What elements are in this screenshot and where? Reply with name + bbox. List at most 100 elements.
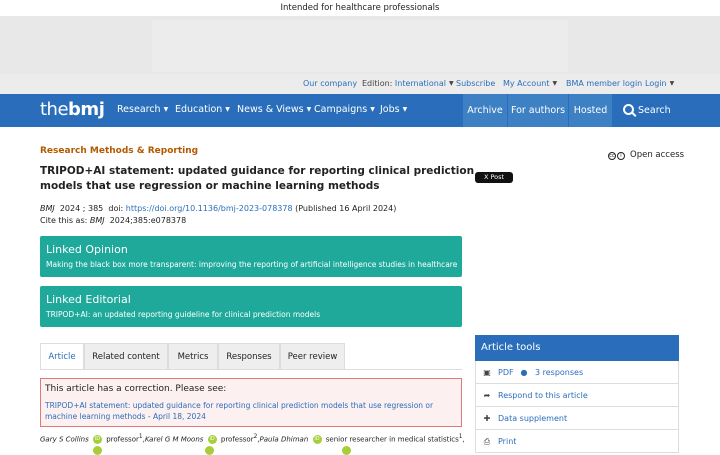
orcid-icon[interactable]: iD: [312, 435, 322, 445]
author-list: Gary S Collins iD professor1,Karel G M M…: [40, 434, 465, 445]
correction-notice: This article has a correction. Please se…: [40, 378, 462, 427]
linked-opinion-link[interactable]: Making the black box more transparent: i…: [46, 260, 457, 269]
advert-area: [0, 16, 720, 74]
nav-education[interactable]: Education ▼: [175, 104, 230, 115]
subscribe-link[interactable]: Subscribe: [456, 79, 495, 88]
published-date: (Published 16 April 2024): [295, 204, 397, 213]
share-icon: ➦: [483, 391, 491, 400]
correction-heading: This article has a correction. Please se…: [45, 384, 227, 394]
data-supplement-row[interactable]: ✚ Data supplement: [475, 407, 679, 430]
chevron-down-icon: ▼: [163, 106, 169, 113]
nav-research[interactable]: Research ▼: [117, 104, 168, 115]
affiliation-number: 2: [253, 434, 258, 440]
article-tools-panel: Article tools ▣ PDF ● 3 responses ➦ Respond…: [475, 335, 679, 453]
plus-icon: ✚: [483, 414, 491, 423]
orcid-icon[interactable]: [205, 446, 214, 455]
bma-login-link[interactable]: BMA member login: [566, 79, 642, 88]
my-account-label: My Account: [503, 79, 550, 88]
nav-for-authors[interactable]: For authors: [508, 94, 568, 127]
login-label: Login: [645, 79, 667, 88]
search-label: Search: [638, 105, 671, 116]
cite-label: Cite this as:: [40, 216, 88, 225]
login-menu[interactable]: Login ▼: [645, 79, 674, 88]
year-volume: 2024 ; 385: [59, 204, 104, 213]
tab-divider: [40, 369, 462, 370]
affiliation-number: 1: [458, 434, 463, 440]
article-section[interactable]: Research Methods & Reporting: [40, 146, 198, 156]
linked-editorial-heading: Linked Editorial: [46, 293, 131, 306]
tab-responses[interactable]: Responses: [218, 343, 280, 370]
main-nav: thebmj Research ▼ Education ▼ News & Views…: [0, 94, 720, 127]
our-company-link[interactable]: Our company: [303, 79, 357, 88]
nav-research-label: Research: [117, 104, 161, 115]
nav-jobs[interactable]: Jobs ▼: [380, 104, 407, 115]
tab-metrics[interactable]: Metrics: [168, 343, 218, 370]
respond-row[interactable]: ➦ Respond to this article: [475, 384, 679, 407]
nav-news-views-label: News & Views: [237, 104, 304, 115]
orcid-icon[interactable]: [342, 446, 351, 455]
nav-news-views[interactable]: News & Views ▼: [237, 104, 311, 115]
orcid-icon[interactable]: [93, 446, 102, 455]
x-post-button[interactable]: X Post: [475, 172, 513, 183]
article-tools-header: Article tools: [475, 335, 679, 361]
orcid-icon[interactable]: iD: [92, 435, 102, 445]
responses-count: 3 responses: [535, 368, 584, 377]
correction-link[interactable]: TRIPOD+AI statement: updated guidance fo…: [45, 400, 461, 422]
pdf-link[interactable]: PDF: [498, 368, 514, 377]
author-name[interactable]: Karel G M Moons: [145, 435, 204, 443]
comment-icon: ●: [520, 368, 528, 377]
chevron-down-icon: ▼: [669, 80, 675, 87]
journal-name: BMJ: [40, 204, 55, 213]
my-account-menu[interactable]: My Account ▼: [503, 79, 557, 88]
nav-archive[interactable]: Archive: [463, 94, 507, 127]
author-role: professor: [106, 435, 139, 444]
doi-label: doi:: [108, 204, 124, 213]
advert-slot: [152, 20, 568, 72]
linked-editorial-box[interactable]: Linked Editorial TRIPOD+AI: an updated r…: [40, 286, 462, 327]
tools-pdf-row: ▣ PDF ● 3 responses: [475, 361, 679, 384]
search-button[interactable]: Search: [613, 94, 720, 127]
pdf-icon: ▣: [483, 368, 491, 377]
nav-jobs-label: Jobs: [380, 104, 400, 115]
tab-article[interactable]: Article: [40, 343, 84, 370]
chevron-down-icon: ▼: [306, 106, 312, 113]
linked-editorial-link[interactable]: TRIPOD+AI: an updated reporting guidelin…: [46, 310, 320, 319]
healthcare-professionals-banner: Intended for healthcare professionals: [0, 0, 720, 16]
cite-journal: BMJ: [89, 216, 105, 225]
logo-the: the: [40, 99, 69, 120]
affiliation-number: 1: [138, 434, 143, 440]
creative-commons-icon: cc i: [608, 150, 626, 160]
respond-link: Respond to this article: [498, 391, 588, 400]
logo-bmj: bmj: [68, 99, 105, 120]
author-role: professor: [220, 435, 254, 444]
doi-link[interactable]: https://doi.org/10.1136/bmj-2023-078378: [126, 204, 293, 213]
orcid-icon[interactable]: iD: [207, 435, 217, 445]
author-role: senior researcher in medical statistics: [325, 435, 459, 444]
nav-hosted[interactable]: Hosted: [569, 94, 612, 127]
edition-selector[interactable]: Edition: International ▼: [362, 79, 454, 88]
edition-label: Edition:: [362, 79, 393, 88]
utility-bar: Our company Edition: International ▼ Subs…: [0, 74, 720, 94]
author-name[interactable]: Gary S Collins: [40, 435, 89, 443]
linked-opinion-box[interactable]: Linked Opinion Making the black box more…: [40, 236, 462, 277]
tab-related-content[interactable]: Related content: [84, 343, 168, 370]
chevron-down-icon: ▼: [370, 106, 375, 113]
chevron-down-icon: ▼: [448, 80, 454, 87]
chevron-down-icon: ▼: [225, 106, 230, 113]
responses-link[interactable]: ● 3 responses: [519, 361, 584, 384]
nav-campaigns[interactable]: Campaigns ▼: [314, 104, 375, 115]
tab-peer-review[interactable]: Peer review: [280, 343, 345, 370]
nav-campaigns-label: Campaigns: [314, 104, 368, 115]
open-access-label: Open access: [630, 150, 685, 160]
bmj-logo[interactable]: thebmj: [40, 99, 105, 120]
data-supplement-link: Data supplement: [498, 414, 568, 423]
page-title: TRIPOD+AI statement: updated guidance fo…: [40, 165, 475, 192]
search-icon: [623, 104, 634, 115]
print-link: Print: [498, 437, 517, 446]
article-citation: BMJ 2024 ; 385 doi: https://doi.org/10.1…: [40, 204, 396, 213]
linked-opinion-heading: Linked Opinion: [46, 243, 128, 256]
cite-as: Cite this as: BMJ 2024;385:e078378: [40, 216, 186, 225]
open-access-badge: cc i Open access: [608, 150, 684, 160]
author-name[interactable]: Paula Dhiman: [260, 435, 309, 443]
edition-value: International: [394, 79, 446, 88]
